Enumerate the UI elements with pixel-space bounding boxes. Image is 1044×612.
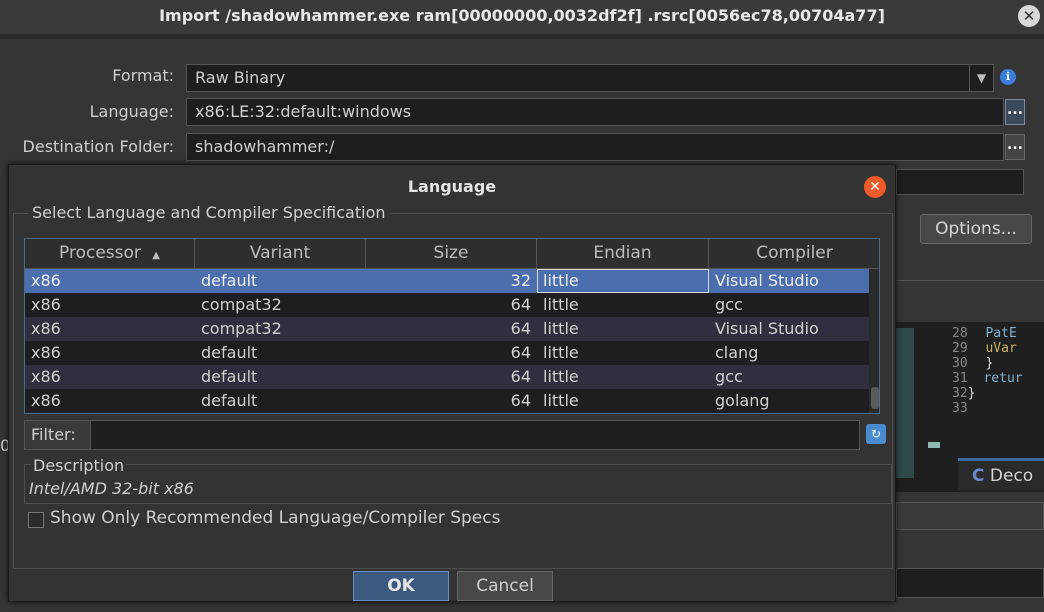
table-cell-size: 64	[510, 367, 531, 386]
code-line: 28 PatE	[952, 326, 1017, 341]
table-cell-compiler: gcc	[715, 295, 743, 314]
sort-ascending-icon: ▲	[152, 250, 160, 261]
destination-label: Destination Folder:	[22, 137, 174, 156]
table-cell-compiler: Visual Studio	[715, 319, 819, 338]
format-value: Raw Binary	[195, 68, 286, 87]
column-header-variant[interactable]: Variant	[195, 239, 366, 269]
table-cell-size: 32	[510, 271, 531, 290]
table-cell-compiler: clang	[715, 343, 759, 362]
table-cell-processor: x86	[31, 343, 61, 362]
scrollbar-thumb[interactable]	[871, 387, 879, 409]
format-select[interactable]: Raw Binary ▼	[186, 64, 994, 92]
options-button[interactable]: Options...	[920, 214, 1032, 244]
table-row[interactable]: x86 compat32 64 little gcc	[25, 293, 879, 317]
language-browse-button[interactable]: ...	[1005, 99, 1025, 125]
language-dialog: Language ✕ Select Language and Compiler …	[8, 164, 896, 602]
group-label: Select Language and Compiler Specificati…	[28, 203, 390, 222]
tab-decompiler[interactable]: C Deco	[958, 458, 1044, 490]
table-cell-endian: little	[543, 391, 579, 410]
table-cell-endian: little	[543, 367, 579, 386]
table-cell-variant: default	[201, 367, 258, 386]
chevron-down-icon[interactable]: ▼	[969, 65, 993, 91]
code-line: 30 }	[952, 356, 994, 371]
table-cell-size: 64	[510, 391, 531, 410]
background-field	[896, 502, 1044, 530]
code-line: 32}	[952, 386, 976, 401]
background-field	[896, 568, 1044, 598]
divider	[896, 280, 1044, 281]
table-cell-endian: little	[543, 319, 579, 338]
description-label: Description	[31, 456, 127, 475]
language-table[interactable]: Processor ▲ Variant Size Endian Compiler…	[24, 238, 880, 414]
table-cell-processor: x86	[31, 367, 61, 386]
overview-marker	[928, 442, 940, 448]
table-scrollbar[interactable]	[869, 269, 879, 413]
column-header-processor[interactable]: Processor ▲	[25, 239, 195, 269]
table-cell-processor: x86	[31, 319, 61, 338]
table-cell-processor: x86	[31, 271, 61, 290]
import-dialog-title: Import /shadowhammer.exe ram[00000000,00…	[0, 0, 1044, 34]
column-header-endian[interactable]: Endian	[537, 239, 709, 269]
table-row[interactable]: x86 default 64 little clang	[25, 341, 879, 365]
language-field[interactable]: x86:LE:32:default:windows	[186, 98, 1004, 126]
recommended-checkbox[interactable]	[28, 512, 44, 528]
recommended-label[interactable]: Show Only Recommended Language/Compiler …	[50, 508, 500, 528]
table-cell-size: 64	[510, 295, 531, 314]
name-field[interactable]	[896, 169, 1024, 195]
table-cell-size: 64	[510, 319, 531, 338]
filter-options-icon[interactable]: ↻	[866, 424, 886, 444]
table-row[interactable]: x86 default 32 little Visual Studio	[25, 269, 879, 293]
info-icon[interactable]: ℹ	[1000, 69, 1016, 85]
table-cell-compiler: golang	[715, 391, 770, 410]
table-cell-processor: x86	[31, 391, 61, 410]
close-icon[interactable]: ✕	[1018, 5, 1040, 27]
decompiler-panel: 28 PatE 29 uVar 30 } 31 retur 32} 33 C D…	[896, 322, 1044, 492]
table-cell-endian: little	[537, 269, 709, 293]
language-label: Language:	[89, 102, 174, 121]
code-line: 29 uVar	[952, 341, 1017, 356]
column-header-size[interactable]: Size	[366, 239, 537, 269]
table-cell-processor: x86	[31, 295, 61, 314]
cancel-button[interactable]: Cancel	[457, 571, 553, 601]
table-cell-variant: default	[201, 343, 258, 362]
overview-bar	[896, 328, 914, 478]
code-line: 33	[952, 401, 968, 416]
destination-field[interactable]: shadowhammer:/	[186, 133, 1004, 161]
filter-label: Filter:	[24, 420, 94, 450]
close-icon[interactable]: ✕	[864, 176, 886, 198]
filter-input[interactable]	[90, 420, 860, 450]
destination-browse-button[interactable]: ...	[1005, 134, 1025, 160]
table-row[interactable]: x86 default 64 little gcc	[25, 365, 879, 389]
code-line: 31 retur	[952, 371, 1023, 386]
decompiler-icon: C	[972, 466, 985, 486]
table-row[interactable]: x86 compat32 64 little Visual Studio	[25, 317, 879, 341]
table-cell-variant: default	[201, 271, 258, 290]
column-header-compiler[interactable]: Compiler	[709, 239, 879, 269]
description-text: Intel/AMD 32-bit x86	[29, 479, 194, 498]
table-cell-compiler: gcc	[715, 367, 743, 386]
language-group: Select Language and Compiler Specificati…	[13, 203, 893, 569]
table-cell-variant: default	[201, 391, 258, 410]
ok-button[interactable]: OK	[353, 571, 449, 601]
tab-decompiler-label: Deco	[989, 466, 1034, 486]
table-cell-variant: compat32	[201, 319, 282, 338]
table-cell-endian: little	[543, 343, 579, 362]
format-label: Format:	[112, 66, 174, 85]
table-cell-variant: compat32	[201, 295, 282, 314]
table-row[interactable]: x86 default 64 little golang	[25, 389, 879, 413]
table-cell-endian: little	[543, 295, 579, 314]
table-cell-compiler: Visual Studio	[715, 271, 819, 290]
table-cell-size: 64	[510, 343, 531, 362]
description-box: Description Intel/AMD 32-bit x86	[24, 456, 892, 504]
